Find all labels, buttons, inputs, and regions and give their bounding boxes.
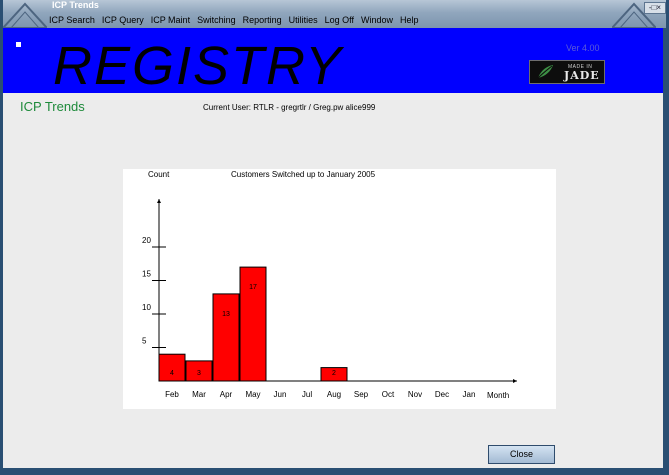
menu-reporting[interactable]: Reporting — [240, 13, 286, 27]
bar-data-label: 2 — [332, 370, 336, 377]
jade-leaf-icon — [537, 65, 553, 79]
chart-title: Customers Switched up to January 2005 — [231, 170, 376, 179]
y-axis-arrow — [157, 199, 161, 203]
close-button[interactable]: Close — [488, 445, 555, 464]
x-tick-label: Jul — [302, 390, 312, 399]
x-tick-label: Sep — [354, 390, 369, 399]
bar-data-label: 17 — [249, 284, 257, 291]
x-axis-arrow — [513, 379, 517, 383]
x-tick-label: Jun — [274, 390, 287, 399]
page-title: ICP Trends — [20, 99, 85, 114]
window-bottom-border — [0, 468, 669, 475]
x-tick-label: May — [245, 390, 260, 399]
x-tick-label: Nov — [408, 390, 422, 399]
menu-log-off[interactable]: Log Off — [322, 13, 358, 27]
bar-data-label: 4 — [170, 370, 174, 377]
made-in-jade-badge: MADE IN JADE — [529, 60, 605, 84]
version-label: Ver 4.00 — [566, 43, 600, 53]
window-right-border — [663, 28, 669, 475]
x-tick-label: Dec — [435, 390, 449, 399]
x-tick-label: Mar — [192, 390, 206, 399]
menu-help[interactable]: Help — [397, 13, 423, 27]
y-tick-label: 10 — [142, 303, 151, 312]
bar-chart: Count Customers Switched up to January 2… — [142, 170, 517, 400]
menu-window[interactable]: Window — [358, 13, 397, 27]
menu-icp-query[interactable]: ICP Query — [99, 13, 148, 27]
registry-banner: REGISTRY Ver 4.00 MADE IN JADE — [3, 28, 666, 96]
title-left-decoration — [3, 2, 47, 28]
menu-icp-search[interactable]: ICP Search — [46, 13, 99, 27]
window-title: ICP Trends — [52, 0, 99, 10]
current-user-label: Current User: RTLR - gregrtlr / Greg.pw … — [203, 103, 376, 112]
bar-data-label: 3 — [197, 370, 201, 377]
window-controls[interactable]: -□× — [644, 2, 666, 14]
menu-utilities[interactable]: Utilities — [286, 13, 322, 27]
y-tick-label: 15 — [142, 270, 151, 279]
x-tick-label: Apr — [220, 390, 233, 399]
x-tick-label: Feb — [165, 390, 179, 399]
menu-switching[interactable]: Switching — [194, 13, 240, 27]
menu-bar: ICP Search ICP Query ICP Maint Switching… — [46, 13, 423, 27]
bar-data-label: 13 — [222, 311, 230, 318]
y-tick-label: 5 — [142, 337, 147, 346]
menu-icp-maint[interactable]: ICP Maint — [148, 13, 194, 27]
registry-logo: REGISTRY — [53, 36, 344, 96]
x-tick-label: Oct — [382, 390, 395, 399]
bar — [212, 293, 240, 382]
x-tick-label: Aug — [327, 390, 341, 399]
chart-y-label: Count — [148, 170, 170, 179]
chart-x-label: Month — [487, 391, 509, 400]
chart-panel: Count Customers Switched up to January 2… — [123, 169, 556, 409]
system-menu-icon[interactable] — [16, 42, 21, 47]
y-tick-label: 20 — [142, 236, 151, 245]
content-area: ICP Trends Current User: RTLR - gregrtlr… — [3, 93, 663, 468]
x-tick-label: Jan — [463, 390, 476, 399]
badge-main-text: JADE — [564, 69, 600, 82]
